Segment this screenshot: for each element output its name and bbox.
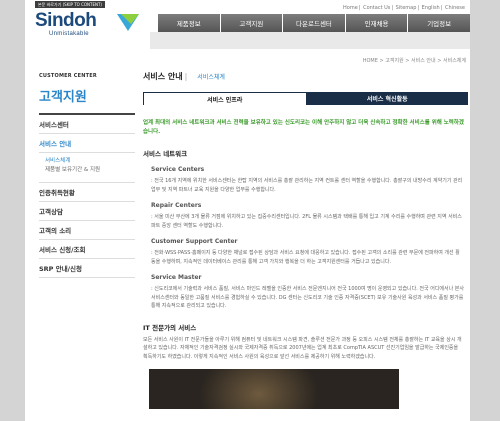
utility-nav: Home| Contact Us| Sitemap| English| Chin… <box>343 5 465 11</box>
block-title: Service Master <box>151 274 202 281</box>
side-nav-certification[interactable]: 인증취득현황 <box>39 183 135 202</box>
main-content: 서비스 안내 | 서비스체계 서비스 인프라 서비스 혁신활동 업계 최대의 서비스… <box>143 71 468 409</box>
side-nav-sub-retention[interactable]: 제품별 보유기간 & 지원 <box>45 166 135 175</box>
brand-name: Sindoh <box>35 10 97 31</box>
block-title: Repair Centers <box>151 202 202 209</box>
block-text: : 전국 16개 지역에 위치한 서비스센터는 한탑 지역의 서비스를 총괄 관… <box>151 178 463 193</box>
side-nav-sub-service-system[interactable]: 서비스체계 <box>45 157 135 166</box>
gnb-download[interactable]: 다운로드센터 <box>282 14 345 32</box>
side-nav-service-center[interactable]: 서비스센터 <box>39 115 135 134</box>
util-english-link[interactable]: English <box>422 5 440 11</box>
block-text: : 서울 미산 부산에 3개 물류 거점에 위치하고 있는 집중수리센터입니다.… <box>151 214 462 229</box>
gnb-recruit[interactable]: 인재채용 <box>344 14 408 32</box>
side-nav-title: 고객지원 <box>39 86 135 115</box>
block-text: : 전화·WSS·PASS·홈페이지 등 다양한 채널로 접수된 상담과 서비스… <box>151 250 460 265</box>
side-nav-submenu: 서비스체계 제품별 보유기간 & 지원 <box>39 153 135 183</box>
gnb-company[interactable]: 기업정보 <box>407 14 470 32</box>
util-sitemap-link[interactable]: Sitemap <box>396 5 417 11</box>
page-subtitle: 서비스체계 <box>197 74 225 81</box>
side-nav-service-guide[interactable]: 서비스 안내 <box>39 134 135 153</box>
gnb-products[interactable]: 제품정보 <box>158 14 220 32</box>
side-nav-srp[interactable]: SRP 안내/신청 <box>39 259 135 278</box>
side-nav-request[interactable]: 서비스 신청/조회 <box>39 240 135 259</box>
brand-tagline: Unmistakable <box>49 31 89 37</box>
side-nav-consult[interactable]: 고객상담 <box>39 202 135 221</box>
tab-infrastructure[interactable]: 서비스 인프라 <box>143 92 307 105</box>
skip-to-content-link[interactable]: 본문 바로가기 (SKIP TO CONTENT) <box>35 1 105 8</box>
block-title: Customer Support Center <box>151 238 238 245</box>
global-nav: 제품정보 고객지원 다운로드센터 인재채용 기업정보 <box>158 14 470 32</box>
block-title: Service Centers <box>151 166 205 173</box>
breadcrumb: HOME > 고객지원 > 서비스 안내 > 서비스체계 <box>362 58 466 64</box>
page-title-text: 서비스 안내 <box>143 72 183 81</box>
block-text: : 신도리코에서 기술력과 서비스 품질, 서비스 마인드 레벨을 인증한 서비… <box>151 286 465 309</box>
util-chinese-link[interactable]: Chinese <box>445 5 465 11</box>
it-heading: IT 전문가의 서비스 <box>143 323 197 332</box>
content-tabs: 서비스 인프라 서비스 혁신활동 <box>143 92 468 105</box>
network-heading: 서비스 네트워크 <box>143 150 188 158</box>
side-nav-eyebrow: CUSTOMER CENTER <box>39 73 97 79</box>
brand-logo[interactable]: Sindoh Unmistakable <box>35 10 97 38</box>
tab-innovation[interactable]: 서비스 혁신활동 <box>306 92 468 105</box>
util-home-link[interactable]: Home <box>343 5 358 11</box>
util-contact-link[interactable]: Contact Us <box>363 5 390 11</box>
brand-mark-icon <box>117 14 139 31</box>
side-nav-voice[interactable]: 고객의 소리 <box>39 221 135 240</box>
side-nav: CUSTOMER CENTER 고객지원 서비스센터 서비스 안내 서비스체계 … <box>39 73 135 278</box>
subnav-band <box>150 32 470 49</box>
training-photo <box>149 369 399 409</box>
it-text: 모든 서비스 사원이 IT 전문가들을 아루기 위해 컴퓨터 및 네트워크 시스… <box>143 336 462 360</box>
page-title: 서비스 안내 | 서비스체계 <box>143 71 468 82</box>
title-separator: | <box>184 72 188 81</box>
gnb-support[interactable]: 고객지원 <box>219 14 283 32</box>
lead-text: 업계 최대의 서비스 네트워크과 서비스 전력을 보유하고 있는 신도리코는 이… <box>143 120 464 135</box>
page: 본문 바로가기 (SKIP TO CONTENT) Sindoh Unmista… <box>25 0 470 421</box>
